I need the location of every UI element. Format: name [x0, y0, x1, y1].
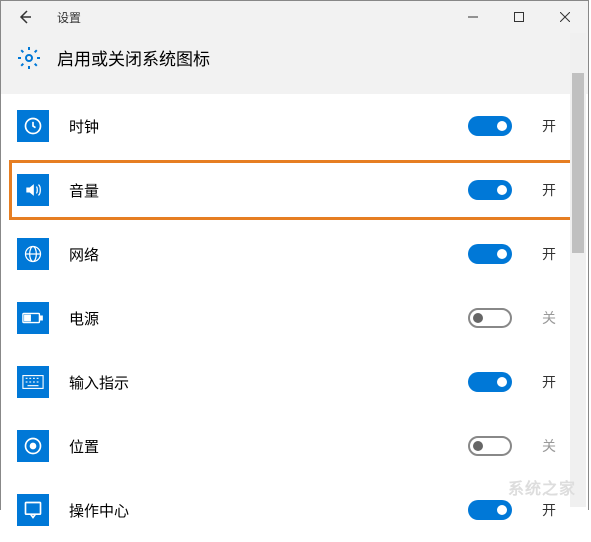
- setting-row-ime: 输入指示 开: [1, 350, 588, 414]
- toggle-state-label: 开: [542, 116, 572, 136]
- clock-icon: [17, 110, 49, 142]
- setting-row-action: 操作中心 开: [1, 478, 588, 542]
- setting-row-location: 位置 关: [1, 414, 588, 478]
- settings-window: 设置 启用或关闭系统图标 时钟开音量开网络开电源关输入指示开位置关操作中心开 系…: [0, 0, 589, 510]
- settings-list: 时钟开音量开网络开电源关输入指示开位置关操作中心开: [1, 94, 588, 542]
- ime-icon: [17, 366, 49, 398]
- toggle-switch[interactable]: [468, 372, 512, 392]
- gear-icon: [17, 46, 41, 70]
- toggle-state-label: 开: [542, 372, 572, 392]
- toggle-switch[interactable]: [468, 180, 512, 200]
- globe-icon: [17, 238, 49, 270]
- setting-row-battery: 电源 关: [1, 286, 588, 350]
- setting-label: 电源: [69, 308, 448, 329]
- toggle-state-label: 关: [542, 308, 572, 328]
- toggle-state-label: 开: [542, 244, 572, 264]
- back-button[interactable]: [1, 1, 49, 33]
- volume-icon: [17, 174, 49, 206]
- maximize-button[interactable]: [496, 1, 542, 33]
- location-icon: [17, 430, 49, 462]
- minimize-button[interactable]: [450, 1, 496, 33]
- toggle-state-label: 关: [542, 436, 572, 456]
- toggle-state-label: 开: [542, 500, 572, 520]
- setting-row-globe: 网络 开: [1, 222, 588, 286]
- toggle-switch[interactable]: [468, 308, 512, 328]
- close-button[interactable]: [542, 1, 588, 33]
- toggle-switch[interactable]: [468, 244, 512, 264]
- setting-row-volume: 音量 开: [1, 158, 588, 222]
- setting-label: 网络: [69, 244, 448, 265]
- scrollbar[interactable]: [570, 33, 586, 507]
- page-title: 启用或关闭系统图标: [57, 45, 210, 70]
- toggle-switch[interactable]: [468, 116, 512, 136]
- setting-row-clock: 时钟 开: [1, 94, 588, 158]
- toggle-switch[interactable]: [468, 436, 512, 456]
- page-header: 启用或关闭系统图标: [1, 33, 588, 94]
- setting-label: 操作中心: [69, 500, 448, 521]
- toggle-switch[interactable]: [468, 500, 512, 520]
- battery-icon: [17, 302, 49, 334]
- action-icon: [17, 494, 49, 526]
- titlebar: 设置: [1, 1, 588, 33]
- setting-label: 时钟: [69, 116, 448, 137]
- setting-label: 位置: [69, 436, 448, 457]
- setting-label: 输入指示: [69, 372, 448, 393]
- setting-label: 音量: [69, 180, 448, 201]
- scrollbar-thumb[interactable]: [572, 73, 584, 253]
- window-title: 设置: [49, 9, 450, 26]
- toggle-state-label: 开: [542, 180, 572, 200]
